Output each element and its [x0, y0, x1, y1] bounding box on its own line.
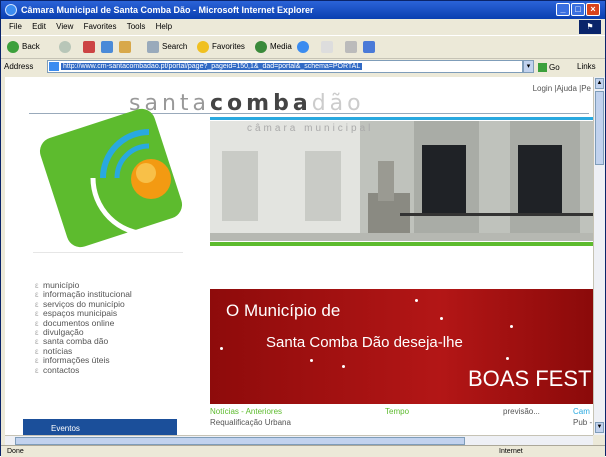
print-icon	[345, 41, 357, 53]
menu-favorites[interactable]: Favorites	[84, 22, 117, 31]
swirl-icon: ε	[35, 318, 39, 328]
menu-edit[interactable]: Edit	[32, 22, 46, 31]
forward-button[interactable]	[59, 36, 74, 58]
header-green-line	[210, 242, 593, 246]
swirl-icon: ε	[35, 290, 39, 300]
history-button[interactable]	[297, 36, 312, 58]
scroll-down-button[interactable]: ▼	[595, 422, 604, 433]
swirl-icon: ε	[35, 356, 39, 366]
minimize-button[interactable]: _	[556, 3, 570, 16]
history-icon	[297, 41, 309, 53]
header-blue-line	[210, 117, 593, 120]
menu-tools[interactable]: Tools	[127, 22, 146, 31]
forward-arrow-icon	[59, 41, 71, 53]
security-zone: Internet	[499, 448, 523, 455]
address-url: http://www.cm-santacombadao.pt/portal/pa…	[61, 63, 363, 70]
mail-icon	[321, 41, 333, 53]
menu-item-contactos[interactable]: ε contactos	[35, 365, 132, 375]
media-button[interactable]: Media	[255, 36, 292, 58]
web-page: Login |Ajuda |Pe santacombadão câmara mu…	[5, 77, 593, 435]
sparkle-icon	[310, 359, 313, 362]
weather-header[interactable]: Tempo	[385, 407, 409, 416]
site-subbrand: câmara municipal	[247, 123, 374, 134]
stop-button[interactable]	[83, 36, 98, 58]
window-title: Câmara Municipal de Santa Comba Dão - Mi…	[21, 5, 314, 15]
swirl-icon: ε	[35, 337, 39, 347]
search-button[interactable]: Search	[147, 36, 187, 58]
menu-file[interactable]: File	[9, 22, 22, 31]
go-button[interactable]: Go	[538, 59, 560, 77]
mail-button[interactable]	[321, 36, 336, 58]
print-button[interactable]	[345, 36, 360, 58]
refresh-icon	[101, 41, 113, 53]
status-bar: Done Internet	[1, 445, 605, 457]
events-box[interactable]: Eventos	[23, 419, 177, 435]
stop-icon	[83, 41, 95, 53]
close-button[interactable]: ×	[586, 3, 600, 16]
maximize-button[interactable]: □	[571, 3, 585, 16]
favorites-button[interactable]: Favorites	[197, 36, 245, 58]
sparkle-icon	[220, 347, 223, 350]
vertical-scroll-thumb[interactable]	[595, 91, 604, 165]
windows-logo-icon: ⚑	[579, 20, 601, 34]
swirl-icon: ε	[35, 346, 39, 356]
sparkle-icon	[440, 317, 443, 320]
messenger-button[interactable]	[363, 36, 378, 58]
scroll-up-button[interactable]: ▲	[595, 78, 604, 89]
address-label: Address	[4, 62, 34, 71]
horizontal-scrollbar[interactable]	[5, 435, 593, 445]
holiday-banner[interactable]: O Município de Santa Comba Dão deseja-lh…	[210, 289, 593, 404]
swirl-icon: ε	[35, 328, 39, 338]
swirl-icon: ε	[35, 299, 39, 309]
media-icon	[255, 41, 267, 53]
banner-line-3: BOAS FEST	[468, 366, 592, 391]
standard-toolbar: Back Search Favorites Media	[1, 35, 605, 59]
banner-line-1: O Município de	[226, 301, 341, 320]
sparkle-icon	[415, 299, 418, 302]
forecast-header[interactable]: previsão...	[503, 407, 540, 416]
top-links[interactable]: Login |Ajuda |Pe	[533, 84, 591, 93]
banner-line-2: Santa Comba Dão deseja-lhe	[266, 334, 463, 351]
links-button[interactable]: Links	[577, 58, 596, 76]
search-icon	[147, 41, 159, 53]
vertical-scrollbar[interactable]: ▲ ▼	[593, 77, 605, 435]
address-bar: Address http://www.cm-santacombadao.pt/p…	[1, 58, 605, 76]
browser-window: Câmara Municipal de Santa Comba Dão - Mi…	[0, 0, 606, 457]
news-header[interactable]: Notícias - Anteriores	[210, 407, 282, 416]
home-icon	[119, 41, 131, 53]
go-arrow-icon	[538, 63, 547, 73]
swirl-icon: ε	[35, 309, 39, 319]
site-menu: ε município ε informação institucional ε se…	[35, 280, 132, 375]
swirl-icon: ε	[35, 365, 39, 375]
address-dropdown-button[interactable]: ▾	[523, 60, 534, 73]
horizontal-scroll-thumb[interactable]	[15, 437, 465, 445]
messenger-icon	[363, 41, 375, 53]
ie-icon	[5, 4, 17, 16]
status-text: Done	[7, 448, 24, 455]
home-button[interactable]	[119, 36, 134, 58]
title-bar: Câmara Municipal de Santa Comba Dão - Mi…	[1, 1, 605, 19]
cam-header[interactable]: Cam	[573, 407, 590, 416]
news-item[interactable]: Requalificação Urbana	[210, 418, 291, 427]
address-input[interactable]: http://www.cm-santacombadao.pt/portal/pa…	[47, 60, 523, 73]
sparkle-icon	[342, 365, 345, 368]
page-icon	[49, 62, 59, 71]
refresh-button[interactable]	[101, 36, 116, 58]
weather-extra: Pub -	[573, 418, 593, 427]
header-photo	[210, 121, 593, 241]
menu-help[interactable]: Help	[156, 22, 172, 31]
swirl-icon: ε	[35, 281, 39, 290]
sparkle-icon	[510, 325, 513, 328]
menu-view[interactable]: View	[56, 22, 73, 31]
municipal-logo[interactable]	[33, 103, 189, 253]
back-button[interactable]: Back	[7, 36, 40, 58]
menu-bar: File Edit View Favorites Tools Help ⚑	[1, 19, 605, 35]
sparkle-icon	[506, 357, 509, 360]
star-icon	[197, 41, 209, 53]
back-arrow-icon	[7, 41, 19, 53]
